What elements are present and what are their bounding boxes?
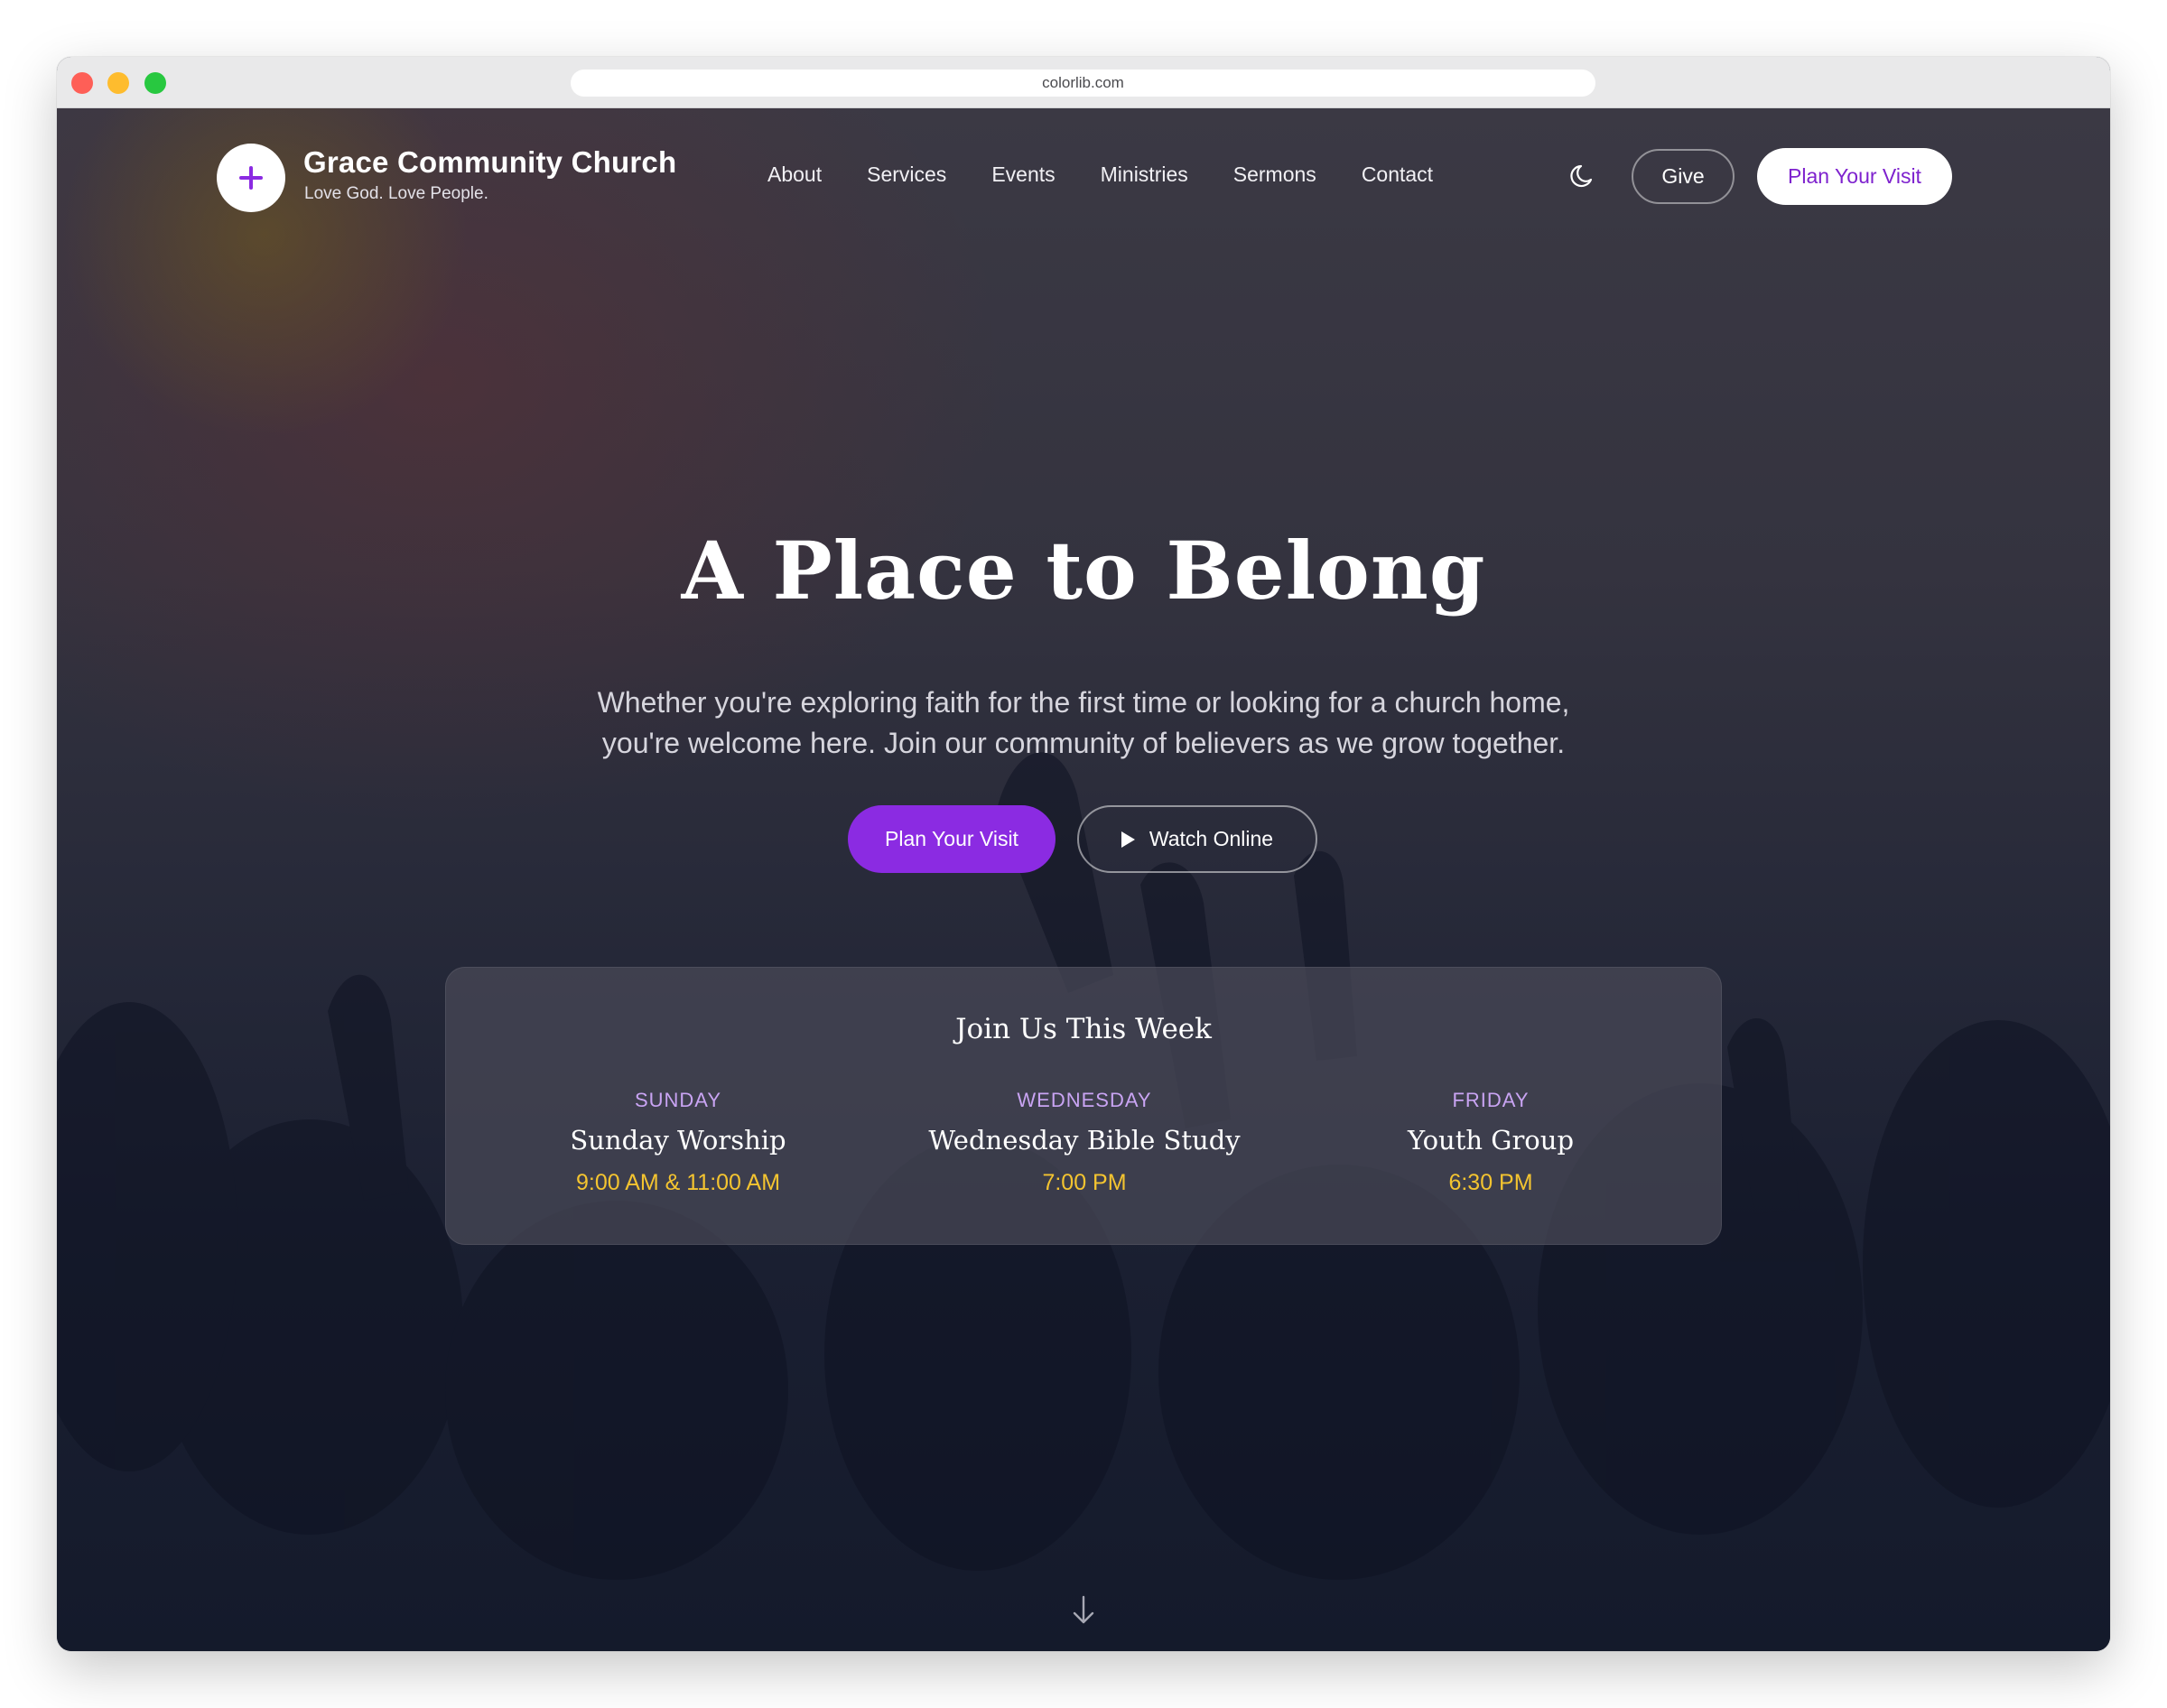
maximize-window-button[interactable] bbox=[144, 72, 166, 94]
schedule-event: Sunday Worship bbox=[570, 1125, 786, 1156]
address-bar[interactable]: colorlib.com bbox=[571, 70, 1595, 97]
hero-headline: A Place to Belong bbox=[681, 524, 1486, 617]
nav-plan-visit-button[interactable]: Plan Your Visit bbox=[1757, 148, 1952, 205]
schedule-time: 7:00 PM bbox=[1042, 1170, 1127, 1195]
schedule-item: FRIDAY Youth Group 6:30 PM bbox=[1301, 1089, 1680, 1196]
nav-link-about[interactable]: About bbox=[767, 162, 822, 187]
hero-subtext-line: Whether you're exploring faith for the f… bbox=[597, 686, 1570, 719]
schedule-event: Youth Group bbox=[1407, 1125, 1575, 1156]
schedule-title: Join Us This Week bbox=[955, 1013, 1212, 1045]
schedule-event: Wednesday Bible Study bbox=[928, 1125, 1241, 1156]
hero-section: Grace Community Church Love God. Love Pe… bbox=[57, 108, 2110, 1651]
nav-link-ministries[interactable]: Ministries bbox=[1101, 162, 1188, 187]
hero-subtext: Whether you're exploring faith for the f… bbox=[542, 682, 1625, 764]
watch-online-button[interactable]: Watch Online bbox=[1077, 805, 1317, 873]
brand-tagline: Love God. Love People. bbox=[304, 184, 488, 203]
crowd-background-image bbox=[57, 752, 2110, 1580]
logo[interactable] bbox=[217, 144, 285, 212]
schedule-day: SUNDAY bbox=[634, 1089, 722, 1111]
nav-link-contact[interactable]: Contact bbox=[1362, 162, 1433, 187]
moon-icon[interactable] bbox=[1567, 162, 1595, 190]
nav-link-sermons[interactable]: Sermons bbox=[1233, 162, 1316, 187]
schedule-day: WEDNESDAY bbox=[1017, 1089, 1152, 1111]
schedule-time: 9:00 AM & 11:00 AM bbox=[575, 1170, 781, 1195]
browser-window: colorlib.com Grace Community Church Love… bbox=[57, 57, 2110, 1651]
minimize-window-button[interactable] bbox=[107, 72, 129, 94]
cross-icon bbox=[239, 166, 263, 190]
brand-name[interactable]: Grace Community Church bbox=[303, 145, 676, 180]
nav-link-services[interactable]: Services bbox=[867, 162, 946, 187]
schedule-item: WEDNESDAY Wednesday Bible Study 7:00 PM bbox=[895, 1089, 1274, 1196]
arrow-down-icon[interactable] bbox=[1070, 1594, 1097, 1627]
schedule-time: 6:30 PM bbox=[1448, 1170, 1533, 1195]
watch-online-label: Watch Online bbox=[1149, 827, 1274, 850]
plan-visit-button[interactable]: Plan Your Visit bbox=[848, 805, 1056, 873]
play-icon bbox=[1121, 831, 1135, 848]
main-nav: About Services Events Ministries Sermons… bbox=[767, 162, 1478, 187]
hero-subtext-line: you're welcome here. Join our community … bbox=[601, 727, 1566, 759]
browser-titlebar: colorlib.com bbox=[57, 57, 2110, 108]
schedule-card: Join Us This Week SUNDAY Sunday Worship … bbox=[445, 967, 1722, 1245]
give-button[interactable]: Give bbox=[1632, 149, 1735, 204]
schedule-day: FRIDAY bbox=[1452, 1089, 1530, 1111]
nav-link-events[interactable]: Events bbox=[991, 162, 1055, 187]
close-window-button[interactable] bbox=[71, 72, 93, 94]
schedule-item: SUNDAY Sunday Worship 9:00 AM & 11:00 AM bbox=[488, 1089, 868, 1196]
